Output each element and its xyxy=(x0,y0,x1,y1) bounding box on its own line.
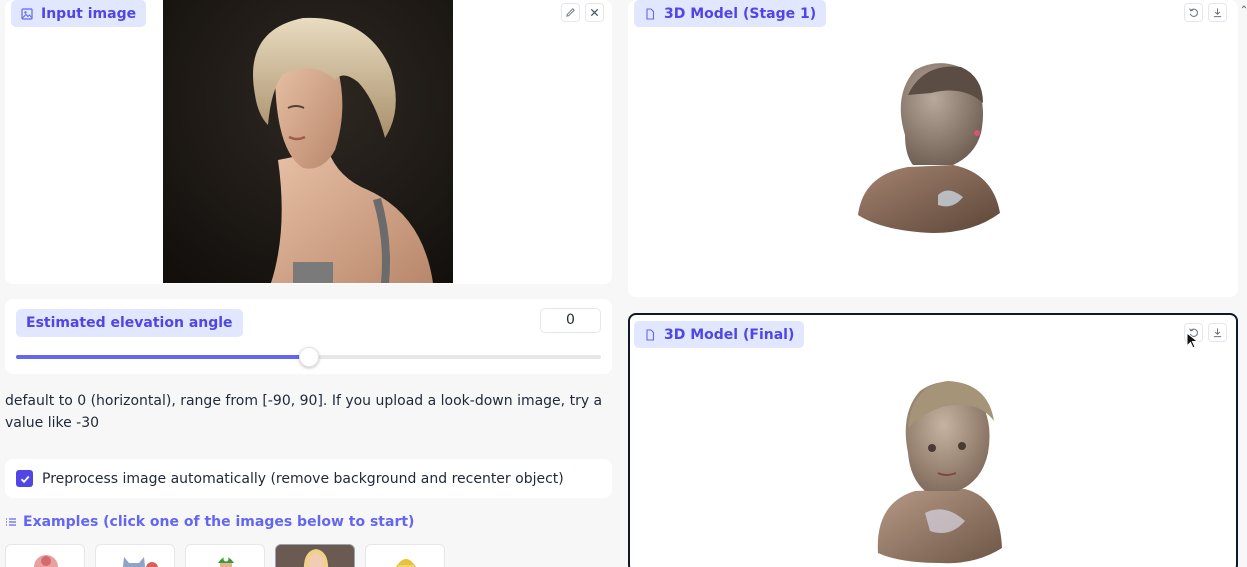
stage1-download-button[interactable] xyxy=(1208,3,1227,22)
stage1-reset-button[interactable] xyxy=(1184,3,1203,22)
model-stage1-label: 3D Model (Stage 1) xyxy=(664,5,817,22)
cat-figure-thumbnail xyxy=(122,557,158,567)
list-icon xyxy=(6,518,16,526)
image-icon xyxy=(21,7,33,20)
app-page: Input image Estimated elevation angle 0 … xyxy=(0,0,1247,567)
example-thumbnail[interactable] xyxy=(5,544,85,567)
elevation-slider-panel: Estimated elevation angle 0 xyxy=(5,299,612,374)
file-icon xyxy=(646,7,655,20)
check-icon xyxy=(20,475,29,483)
input-photo xyxy=(163,0,453,283)
preprocess-option[interactable]: Preprocess image automatically (remove b… xyxy=(5,459,612,498)
example-thumbnail[interactable] xyxy=(95,544,175,567)
undo-icon xyxy=(1189,8,1198,17)
elevation-slider-thumb[interactable] xyxy=(298,347,319,367)
examples-heading-text: Examples (click one of the images below … xyxy=(23,514,415,530)
scrollbar-arrow-icon[interactable] xyxy=(1242,5,1246,9)
download-icon xyxy=(1213,8,1222,18)
clear-image-button[interactable] xyxy=(585,3,604,22)
examples-heading: Examples (click one of the images below … xyxy=(5,514,414,530)
model-final-label: 3D Model (Final) xyxy=(664,326,795,343)
model-stage1-panel[interactable]: 3D Model (Stage 1) xyxy=(628,0,1238,297)
input-image-panel[interactable]: Input image xyxy=(5,0,612,284)
yellow-figure-thumbnail xyxy=(396,559,416,567)
close-icon xyxy=(590,8,599,17)
model-stage1-render xyxy=(858,63,1000,233)
elevation-label: Estimated elevation angle xyxy=(26,315,233,331)
elevation-number-input[interactable]: 0 xyxy=(540,308,601,333)
blonde-figure-thumbnail xyxy=(276,545,354,567)
model-final-render xyxy=(877,381,1002,564)
model-stage1-label-chip: 3D Model (Stage 1) xyxy=(634,0,827,27)
elevation-slider-fill xyxy=(16,355,309,359)
mouse-cursor-icon xyxy=(1186,332,1199,349)
model-final-label-chip: 3D Model (Final) xyxy=(634,321,805,348)
input-image-label-chip: Input image xyxy=(11,0,147,27)
model-final-panel[interactable]: 3D Model (Final) xyxy=(628,313,1238,567)
example-thumbnail[interactable] xyxy=(185,544,265,567)
download-icon xyxy=(1213,328,1222,338)
pencil-icon xyxy=(566,8,575,17)
final-download-button[interactable] xyxy=(1208,323,1227,342)
file-icon xyxy=(646,328,655,341)
preprocess-checkbox[interactable] xyxy=(16,470,33,487)
preprocess-label: Preprocess image automatically (remove b… xyxy=(42,470,564,487)
example-thumbnail-selected[interactable] xyxy=(275,544,355,567)
example-thumbnail[interactable] xyxy=(365,544,445,567)
edit-image-button[interactable] xyxy=(561,3,580,22)
portrait-image xyxy=(163,0,453,283)
pink-figure-thumbnail xyxy=(34,555,58,567)
elevation-help-text: default to 0 (horizontal), range from [-… xyxy=(5,393,603,431)
elevation-slider-track[interactable] xyxy=(16,347,601,367)
elevation-label-chip: Estimated elevation angle xyxy=(16,309,243,337)
green-cap-figure-thumbnail xyxy=(218,556,234,567)
input-image-label: Input image xyxy=(41,5,137,22)
